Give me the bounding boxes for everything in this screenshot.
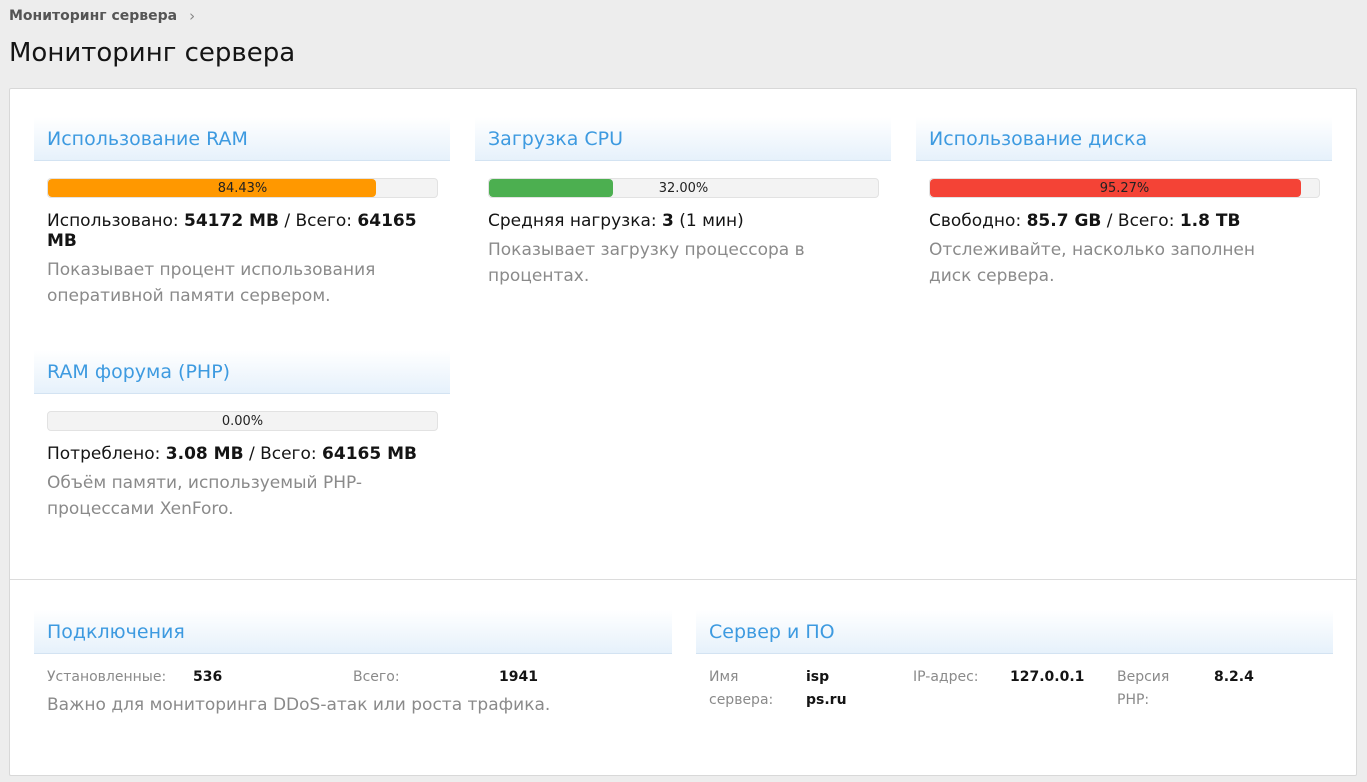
php-version-label: Версия PHP: <box>1117 666 1214 712</box>
php-used-value: 3.08 MB <box>165 444 244 464</box>
ram-card-title: Использование RAM <box>34 117 450 161</box>
breadcrumb-item[interactable]: Мониторинг сервера <box>9 8 177 24</box>
disk-free-label: Свободно: <box>929 211 1022 231</box>
server-info: Имя сервера: isp ps.ru IP-адрес: 127.0.0… <box>709 666 1320 712</box>
cpu-progress-bar: 32.00% <box>488 178 879 198</box>
php-total-label: Всего: <box>260 444 317 464</box>
ram-used-label: Использовано: <box>47 211 179 231</box>
server-name-value-line-2: ps.ru <box>806 692 847 708</box>
ram-total-label: Всего: <box>295 211 353 231</box>
ram-used-value: 54172 MB <box>184 211 279 231</box>
ram-progress-label: 84.43% <box>217 180 268 196</box>
php-version-value: 8.2.4 <box>1214 669 1254 685</box>
server-card-title: Сервер и ПО <box>696 610 1333 654</box>
php-ram-progress-label: 0.00% <box>221 413 264 429</box>
php-ram-usage-stat: Потреблено: 3.08 MB / Всего: 64165 MB <box>47 444 437 464</box>
connections-description: Важно для мониторинга DDoS-атак или рост… <box>47 695 551 715</box>
ram-usage-stat: Использовано: 54172 MB / Всего: 64165 MB <box>47 211 437 251</box>
disk-description: Отслеживайте, насколько заполнен диск се… <box>929 240 1256 286</box>
breadcrumb[interactable]: Мониторинг сервера › <box>9 7 195 25</box>
page-title: Мониторинг сервера <box>9 38 296 68</box>
php-total-value: 64165 MB <box>322 444 417 464</box>
php-used-label: Потреблено: <box>47 444 161 464</box>
cpu-card: Загрузка CPU 32.00% Средняя нагрузка: 3 … <box>475 117 891 289</box>
server-name-label: Имя сервера: <box>709 666 806 712</box>
cpu-load-stat: Средняя нагрузка: 3 (1 мин) <box>488 211 878 231</box>
disk-card-title: Использование диска <box>916 117 1332 161</box>
cpu-description: Показывает загрузку процессора в процент… <box>488 240 805 286</box>
chevron-right-icon: › <box>189 7 196 25</box>
ip-address-value: 127.0.0.1 <box>1010 669 1085 685</box>
server-name-label-line-2: сервера: <box>709 692 774 708</box>
connections-stats: Установленные: 536 Всего: 1941 <box>47 666 659 689</box>
php-version-label-line-1: Версия <box>1117 669 1170 685</box>
ip-address-label: IP-адрес: <box>913 669 979 685</box>
php-ram-card: RAM форума (PHP) 0.00% Потреблено: 3.08 … <box>34 350 450 522</box>
separator: / <box>243 444 261 464</box>
cpu-load-label: Средняя нагрузка: <box>488 211 657 231</box>
php-version-label-line-2: PHP: <box>1117 692 1150 708</box>
server-card: Сервер и ПО Имя сервера: isp ps.ru IP-ад… <box>696 610 1333 712</box>
connections-total-value: 1941 <box>499 669 538 685</box>
cpu-progress-label: 32.00% <box>658 180 709 196</box>
section-divider <box>10 579 1356 580</box>
ram-progress-bar: 84.43% <box>47 178 438 198</box>
disk-total-label: Всего: <box>1117 211 1175 231</box>
disk-usage-stat: Свободно: 85.7 GB / Всего: 1.8 TB <box>929 211 1319 231</box>
php-ram-progress-bar: 0.00% <box>47 411 438 431</box>
established-value: 536 <box>193 669 223 685</box>
disk-progress-bar: 95.27% <box>929 178 1320 198</box>
disk-free-value: 85.7 GB <box>1026 211 1102 231</box>
monitoring-panel: Использование RAM 84.43% Использовано: 5… <box>9 88 1357 776</box>
established-label: Установленные: <box>47 669 167 685</box>
disk-progress-label: 95.27% <box>1099 180 1150 196</box>
server-name-label-line-1: Имя <box>709 669 739 685</box>
connections-total-label: Всего: <box>353 669 400 685</box>
cpu-card-title: Загрузка CPU <box>475 117 891 161</box>
connections-card-title: Подключения <box>34 610 672 654</box>
server-name-value-line-1: isp <box>806 669 830 685</box>
php-ram-card-title: RAM форума (PHP) <box>34 350 450 394</box>
disk-total-value: 1.8 TB <box>1179 211 1241 231</box>
server-name-value: isp ps.ru <box>806 666 913 712</box>
separator: / <box>1101 211 1118 231</box>
connections-card: Подключения Установленные: 536 Всего: 19… <box>34 610 672 715</box>
ram-card: Использование RAM 84.43% Использовано: 5… <box>34 117 450 309</box>
ram-description: Показывает процент использования операти… <box>47 260 376 306</box>
php-ram-description: Объём памяти, используемый PHP-процессам… <box>47 473 363 519</box>
cpu-load-suffix: (1 мин) <box>673 211 744 231</box>
cpu-load-value: 3 <box>662 211 674 231</box>
separator: / <box>278 211 296 231</box>
disk-card: Использование диска 95.27% Свободно: 85.… <box>916 117 1332 289</box>
